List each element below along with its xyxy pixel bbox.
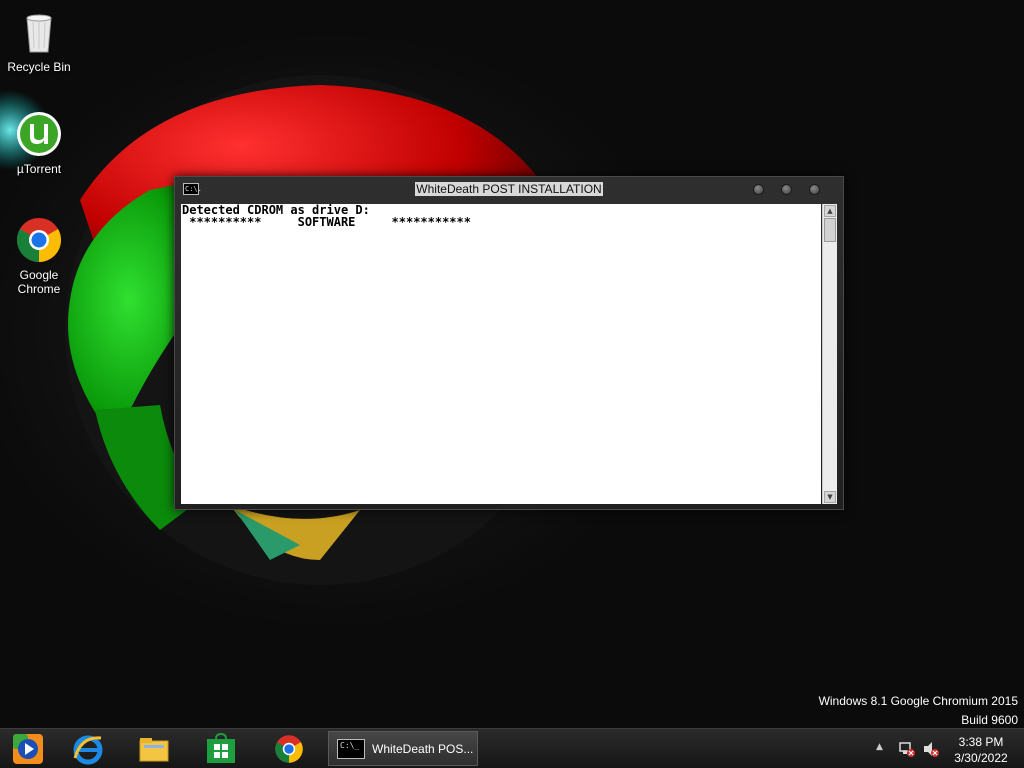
watermark-line: Windows 8.1 Google Chromium 2015 (818, 694, 1018, 708)
media-player-icon (13, 734, 43, 764)
desktop-icon-label: µTorrent (16, 162, 62, 176)
watermark-line: Build 9600 (961, 713, 1018, 727)
maximize-button[interactable] (781, 184, 792, 195)
utorrent-icon (17, 112, 61, 156)
console-line: ********** SOFTWARE *********** (182, 215, 471, 229)
taskbar-pin-chrome[interactable] (261, 732, 317, 766)
os-watermark: Windows 8.1 Google Chromium 2015 Build 9… (819, 692, 1018, 728)
volume-muted-icon[interactable] (922, 741, 940, 757)
scroll-up-icon[interactable]: ▲ (824, 205, 836, 217)
console-output[interactable]: Detected CDROM as drive D: ********** SO… (181, 204, 821, 504)
clock-time: 3:38 PM (958, 735, 1004, 749)
desktop-icon-utorrent[interactable]: µTorrent (1, 110, 77, 176)
scroll-down-icon[interactable]: ▼ (824, 491, 836, 503)
network-icon[interactable] (898, 741, 916, 757)
vertical-scrollbar[interactable]: ▲ ▼ (822, 204, 837, 504)
clock-date: 3/30/2022 (954, 751, 1008, 765)
window-title: WhiteDeath POST INSTALLATION (415, 182, 603, 196)
taskbar-pin-internet-explorer[interactable] (60, 732, 116, 766)
chrome-icon (275, 735, 303, 763)
recycle-bin-icon (26, 14, 52, 53)
internet-explorer-icon (73, 735, 103, 765)
taskbar: C:\_ WhiteDeath POS... ▲ 3:38 PM 3/30/20… (0, 728, 1024, 768)
minimize-button[interactable] (753, 184, 764, 195)
title-bar[interactable]: C:\. WhiteDeath POST INSTALLATION (175, 177, 843, 203)
taskbar-button-console[interactable]: C:\_ WhiteDeath POS... (328, 731, 478, 766)
desktop-icon-google-chrome[interactable]: Google Chrome (1, 216, 77, 296)
store-icon (207, 732, 235, 763)
system-clock[interactable]: 3:38 PM 3/30/2022 (948, 734, 1014, 766)
desktop: Recycle Bin µTorrent Google Chrome C:\. … (0, 0, 1024, 728)
taskbar-pin-file-explorer[interactable] (126, 732, 182, 766)
console-window[interactable]: C:\. WhiteDeath POST INSTALLATION Detect… (174, 176, 844, 510)
chrome-icon (17, 218, 61, 262)
taskbar-pin-store[interactable] (193, 732, 249, 766)
taskbar-pin-media-player[interactable] (0, 732, 56, 766)
desktop-icon-label: Recycle Bin (7, 60, 71, 74)
desktop-icon-label: Google Chrome (17, 268, 61, 296)
scrollbar-thumb[interactable] (824, 218, 836, 242)
console-icon: C:\_ (337, 739, 365, 759)
taskbar-button-label: WhiteDeath POS... (372, 742, 474, 756)
file-explorer-icon (139, 738, 169, 762)
show-hidden-icons-icon[interactable]: ▲ (876, 742, 883, 752)
desktop-icon-recycle-bin[interactable]: Recycle Bin (1, 8, 77, 74)
close-button[interactable] (809, 184, 820, 195)
